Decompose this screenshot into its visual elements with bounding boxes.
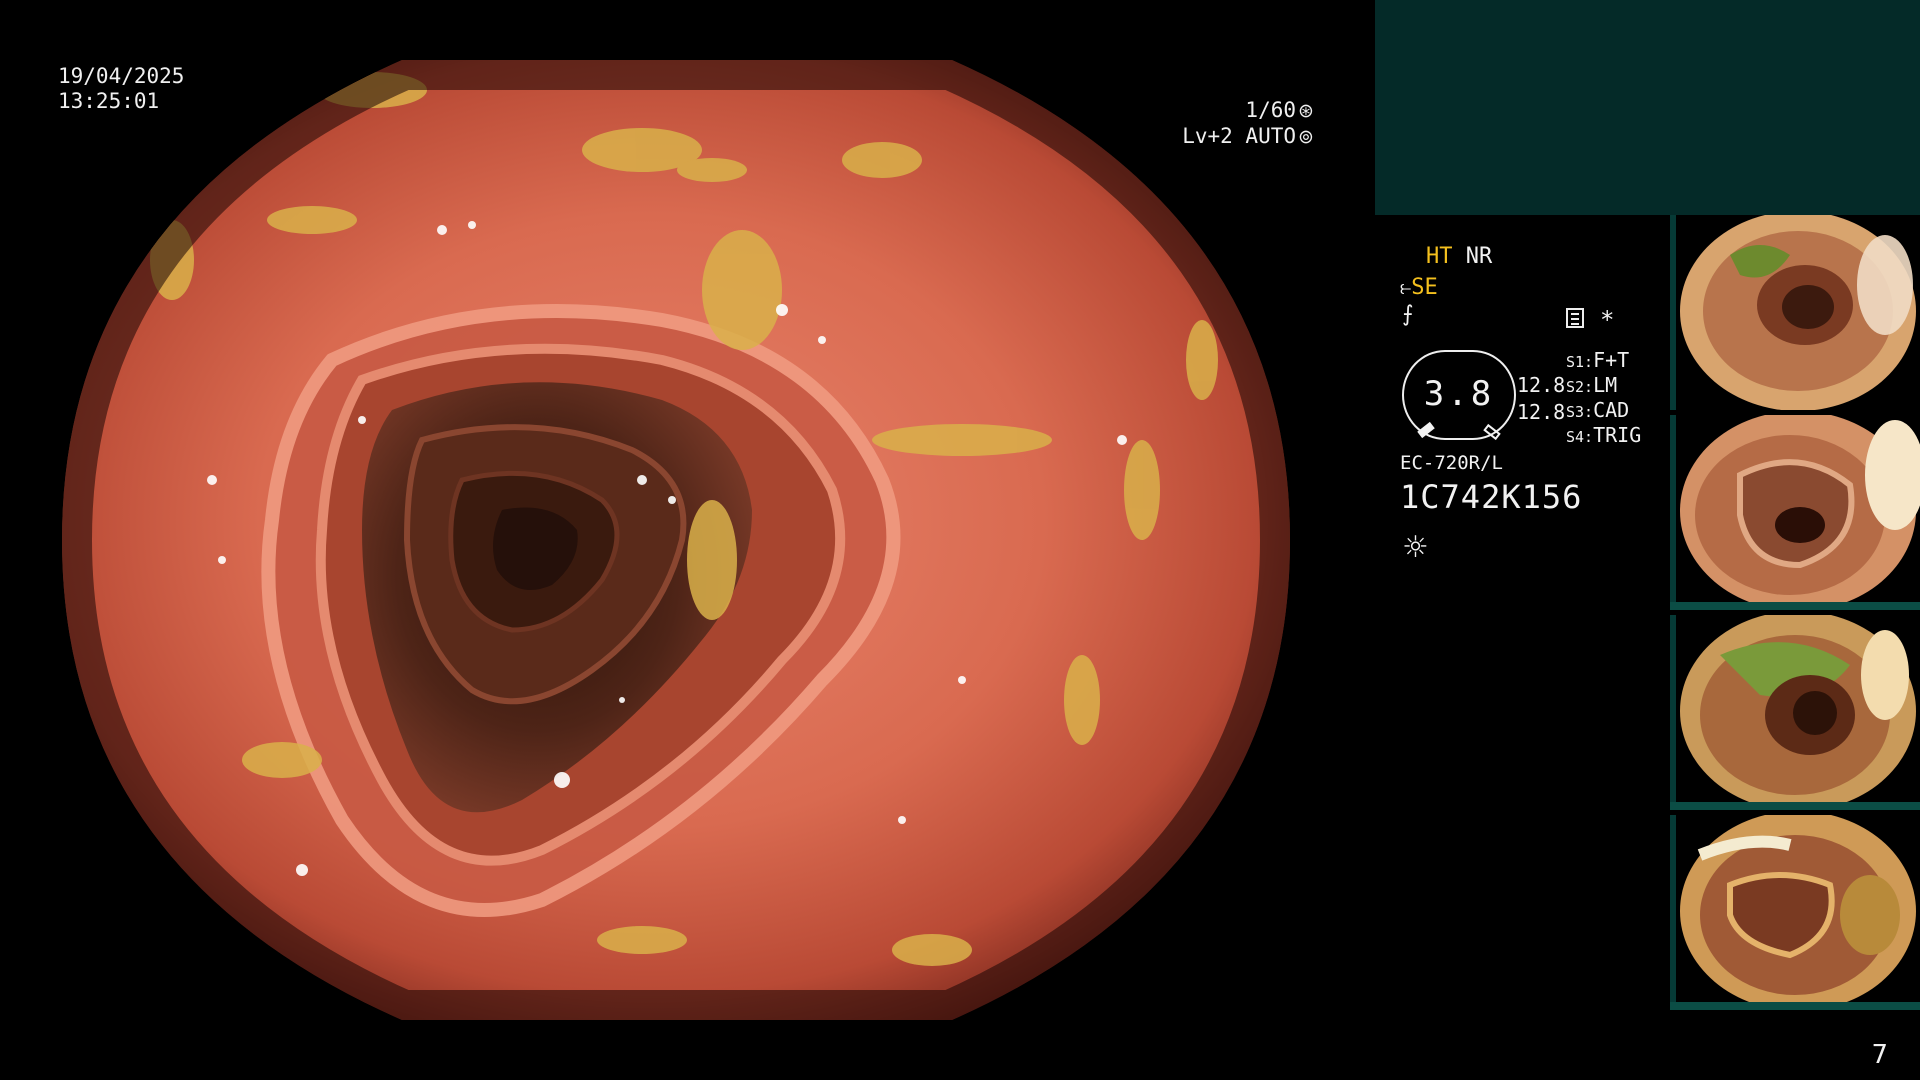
se-row: ⥼SE [1400, 274, 1438, 301]
thumbnail-image [1680, 215, 1916, 410]
star-indicator: * [1600, 306, 1615, 334]
processor-status-panel: HT NR ⥼SE ⨍ * 3.8 12.8 12.8 S1:F+T S2:LM… [1400, 240, 1680, 570]
ht-indicator: HT [1426, 244, 1453, 269]
mode-text: AUTO [1245, 124, 1296, 148]
switch-s2: S2:LM [1566, 373, 1618, 397]
value-upper: 12.8 [1517, 373, 1566, 397]
thumbnail-capture-4[interactable] [1670, 815, 1920, 1010]
gauge-marker-right [1483, 423, 1501, 441]
aperture-icon: ⊛ [1298, 100, 1314, 122]
thumbnail-edge [1670, 415, 1676, 610]
page-number: 7 [1871, 1040, 1888, 1070]
se-indicator: SE [1411, 275, 1438, 300]
thumbnail-edge [1670, 815, 1676, 1010]
thumbnail-footer [1670, 602, 1920, 610]
date-time-overlay: 19/04/2025 13:25:01 [58, 64, 184, 114]
gauge-value: 3.8 [1423, 374, 1495, 414]
shutter-text: 1/60 [1245, 98, 1296, 122]
thumbnail-capture-2[interactable] [1670, 415, 1920, 610]
endoscope-main-view [62, 60, 1290, 1020]
thumbnail-image [1680, 815, 1916, 1010]
value-lower: 12.8 [1517, 400, 1566, 424]
level-text: Lv+2 [1182, 124, 1233, 148]
date-text: 19/04/2025 [58, 64, 185, 88]
gauge-marker-left [1417, 421, 1435, 439]
thumbnail-edge [1670, 215, 1676, 410]
switch-s4: S4:TRIG [1566, 423, 1642, 447]
colon-lumen-image [62, 60, 1290, 1020]
scope-serial: 1C742K156 [1400, 478, 1583, 516]
endoscopy-screen: 19/04/2025 13:25:01 1/60 ⊛ Lv+2 AUTO ⊚ HT … [0, 0, 1920, 1080]
light-icon: ☼ [1402, 530, 1429, 565]
thumbnail-image [1680, 615, 1916, 810]
air-icon: ⥼ [1400, 275, 1412, 299]
nr-indicator: NR [1465, 244, 1493, 269]
time-text: 13:25:01 [58, 89, 160, 113]
enhancement-row: HT NR [1426, 244, 1492, 270]
info-panel [1375, 0, 1920, 215]
scope-model: EC-720R/L [1400, 452, 1503, 474]
thumbnail-capture-3[interactable] [1670, 615, 1920, 810]
thumbnail-edge [1670, 615, 1676, 810]
switch-s1: S1:F+T [1566, 348, 1630, 372]
memory-icon [1566, 308, 1584, 328]
thumbnail-image [1680, 415, 1920, 610]
iris-icon: ⊚ [1298, 126, 1314, 148]
exposure-overlay: 1/60 ⊛ Lv+2 AUTO ⊚ [1182, 98, 1316, 150]
thumbnail-footer [1670, 802, 1920, 810]
thumbnail-footer [1670, 1002, 1920, 1010]
freeze-icon: ⨍ [1402, 302, 1414, 327]
switch-s3: S3:CAD [1566, 398, 1630, 422]
thumbnail-capture-1[interactable] [1670, 215, 1920, 410]
brightness-gauge: 3.8 [1402, 350, 1516, 441]
